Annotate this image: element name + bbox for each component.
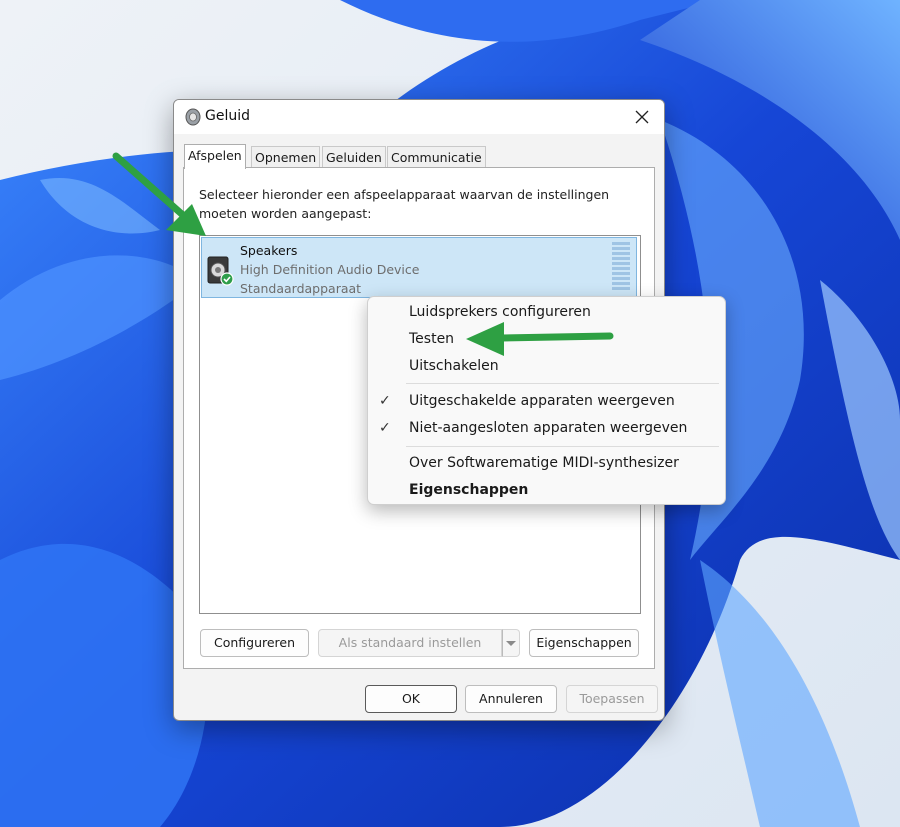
menu-item-properties[interactable]: Eigenschappen bbox=[409, 482, 528, 498]
menu-item-about-midi-synth[interactable]: Over Softwarematige MIDI-synthesizer bbox=[409, 455, 679, 471]
speaker-app-icon bbox=[185, 108, 201, 126]
menu-separator bbox=[406, 446, 719, 447]
device-item-speakers[interactable]: Speakers High Definition Audio Device St… bbox=[201, 237, 637, 298]
menu-separator bbox=[406, 383, 719, 384]
device-name: Speakers bbox=[240, 243, 298, 258]
menu-item-disable[interactable]: Uitschakelen bbox=[409, 358, 499, 374]
tab-communicatie[interactable]: Communicatie bbox=[387, 146, 486, 168]
apply-button[interactable]: Toepassen bbox=[566, 685, 658, 713]
cancel-button[interactable]: Annuleren bbox=[465, 685, 557, 713]
configure-button[interactable]: Configureren bbox=[200, 629, 309, 657]
ok-button[interactable]: OK bbox=[365, 685, 457, 713]
volume-level-meter bbox=[612, 242, 630, 292]
annotation-arrow-icon bbox=[466, 322, 614, 356]
tab-opnemen[interactable]: Opnemen bbox=[251, 146, 321, 168]
properties-button[interactable]: Eigenschappen bbox=[529, 629, 639, 657]
tab-geluiden[interactable]: Geluiden bbox=[322, 146, 386, 168]
checkmark-icon: ✓ bbox=[379, 393, 391, 409]
title-bar: Geluid bbox=[174, 100, 664, 134]
close-button[interactable] bbox=[620, 100, 664, 134]
close-icon bbox=[635, 110, 649, 124]
menu-item-test[interactable]: Testen bbox=[409, 331, 454, 347]
device-description: High Definition Audio Device bbox=[240, 262, 420, 277]
menu-item-show-disconnected-devices[interactable]: Niet-aangesloten apparaten weergeven bbox=[409, 420, 687, 436]
instructions-text: Selecteer hieronder een afspeelapparaat … bbox=[199, 187, 610, 221]
checkmark-icon: ✓ bbox=[379, 420, 391, 436]
menu-item-show-disabled-devices[interactable]: Uitgeschakelde apparaten weergeven bbox=[409, 393, 675, 409]
speaker-device-icon bbox=[207, 256, 234, 286]
set-default-dropdown[interactable] bbox=[502, 629, 520, 657]
window-title: Geluid bbox=[205, 108, 251, 124]
device-status: Standaardapparaat bbox=[240, 281, 362, 296]
set-default-button[interactable]: Als standaard instellen bbox=[318, 629, 502, 657]
chevron-down-icon bbox=[506, 641, 516, 646]
tab-afspelen[interactable]: Afspelen bbox=[184, 144, 246, 169]
